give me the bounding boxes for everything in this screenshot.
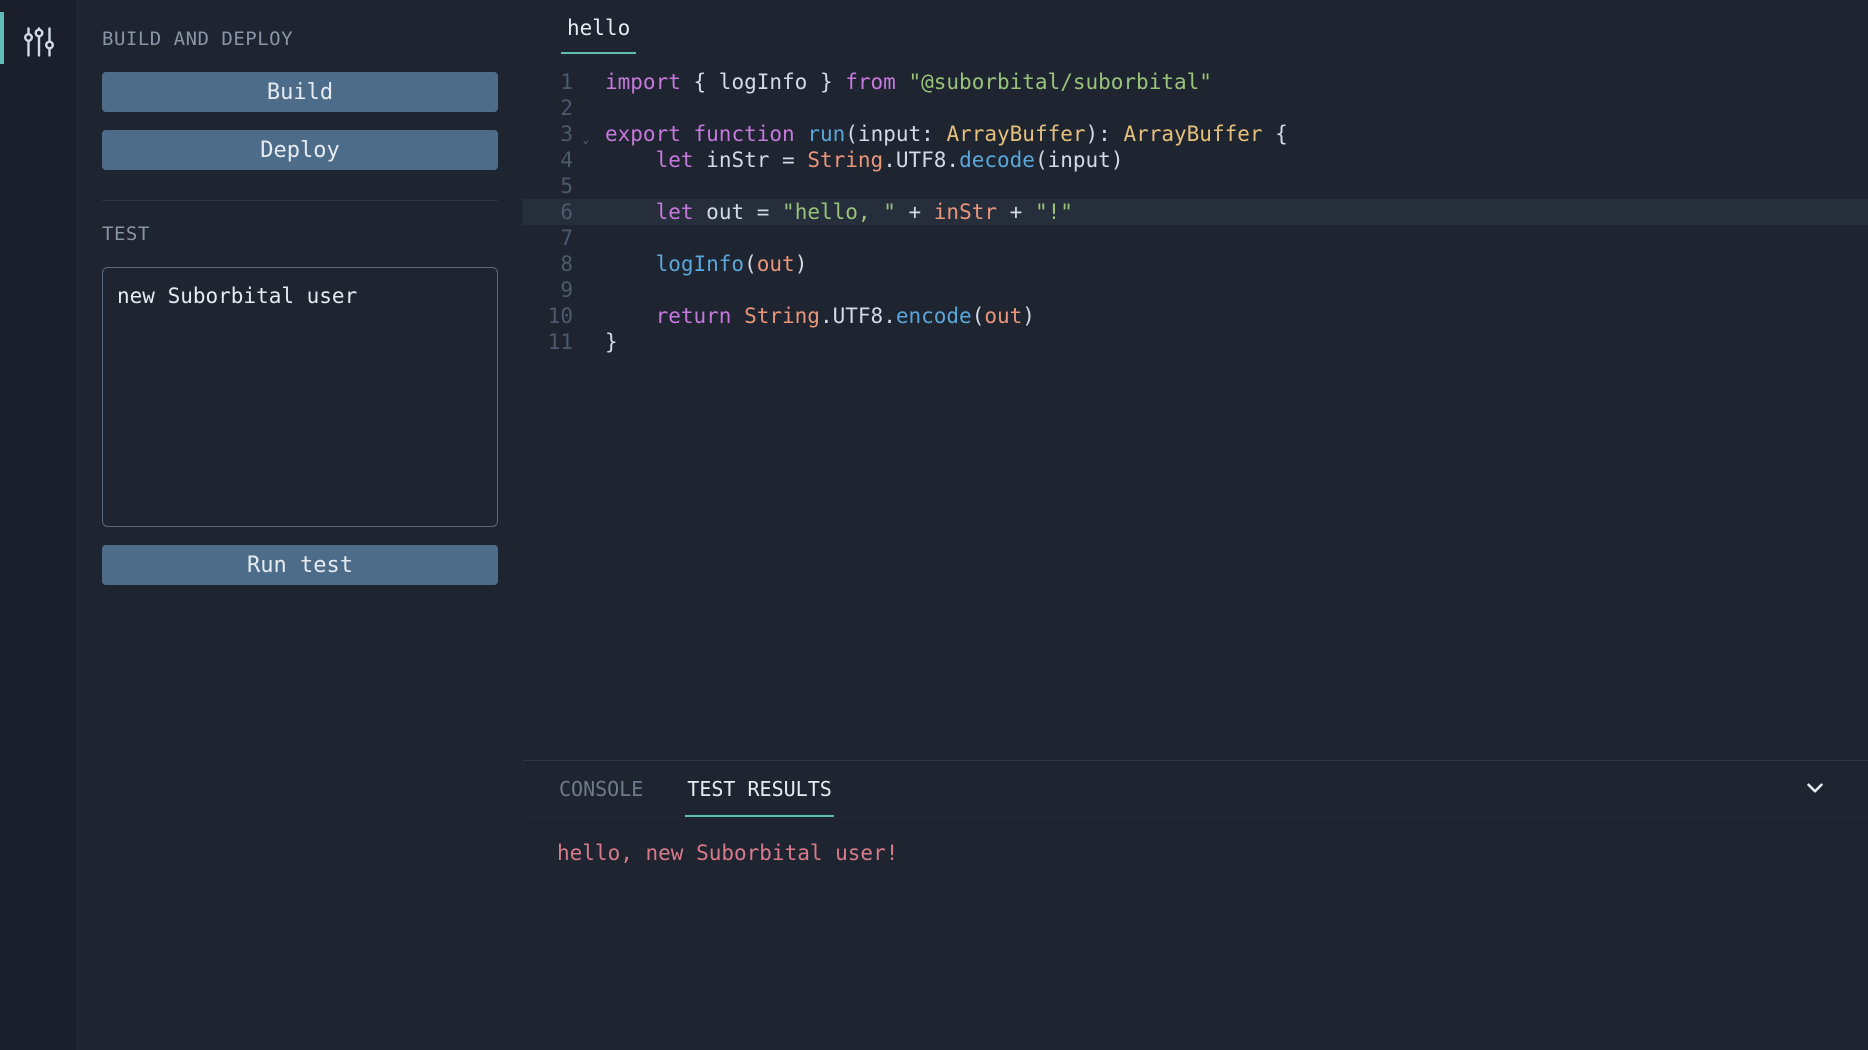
line-number: 2 — [523, 95, 573, 121]
active-indicator — [0, 12, 4, 64]
tab-console[interactable]: CONSOLE — [557, 763, 645, 817]
icon-rail — [0, 0, 78, 1050]
line-number: 9 — [523, 277, 573, 303]
code-line[interactable] — [605, 277, 1868, 303]
line-number: 7 — [523, 225, 573, 251]
settings-sliders-icon[interactable] — [19, 22, 59, 62]
bottom-panel: CONSOLE TEST RESULTS hello, new Suborbit… — [523, 760, 1868, 1050]
code-editor[interactable]: 123⌄4567891011 import { logInfo } from "… — [523, 55, 1868, 760]
code-line[interactable]: import { logInfo } from "@suborbital/sub… — [605, 69, 1868, 95]
main-panel: hello 123⌄4567891011 import { logInfo } … — [523, 0, 1868, 1050]
test-output: hello, new Suborbital user! — [523, 819, 1868, 887]
test-input[interactable] — [102, 267, 498, 527]
divider — [102, 200, 498, 201]
line-gutter: 123⌄4567891011 — [523, 69, 583, 760]
section-test: TEST — [102, 223, 498, 245]
code-line[interactable] — [605, 173, 1868, 199]
line-number: 6 — [523, 199, 573, 225]
code-line[interactable]: logInfo(out) — [605, 251, 1868, 277]
code-line[interactable]: let out = "hello, " + inStr + "!" — [523, 199, 1868, 225]
line-number: 11 — [523, 329, 573, 355]
line-number: 10 — [523, 303, 573, 329]
code-line[interactable]: export function run(input: ArrayBuffer):… — [605, 121, 1868, 147]
code-line[interactable]: } — [605, 329, 1868, 355]
sidebar-panel: BUILD AND DEPLOY Build Deploy TEST Run t… — [78, 0, 523, 1050]
code-line[interactable] — [605, 225, 1868, 251]
deploy-button[interactable]: Deploy — [102, 130, 498, 170]
chevron-down-icon[interactable] — [1796, 769, 1834, 811]
line-number: 5 — [523, 173, 573, 199]
tab-hello[interactable]: hello — [561, 0, 636, 54]
line-number: 3⌄ — [523, 121, 573, 147]
build-button[interactable]: Build — [102, 72, 498, 112]
line-number: 4 — [523, 147, 573, 173]
fold-marker-icon[interactable]: ⌄ — [582, 127, 589, 153]
section-build-deploy: BUILD AND DEPLOY — [102, 28, 498, 50]
code-line[interactable]: return String.UTF8.encode(out) — [605, 303, 1868, 329]
tab-test-results[interactable]: TEST RESULTS — [685, 763, 834, 817]
line-number: 1 — [523, 69, 573, 95]
bottom-tabs: CONSOLE TEST RESULTS — [523, 761, 1868, 819]
editor-tabs: hello — [523, 0, 1868, 55]
code-line[interactable]: let inStr = String.UTF8.decode(input) — [605, 147, 1868, 173]
run-test-button[interactable]: Run test — [102, 545, 498, 585]
code-body[interactable]: import { logInfo } from "@suborbital/sub… — [583, 69, 1868, 760]
code-line[interactable] — [605, 95, 1868, 121]
line-number: 8 — [523, 251, 573, 277]
